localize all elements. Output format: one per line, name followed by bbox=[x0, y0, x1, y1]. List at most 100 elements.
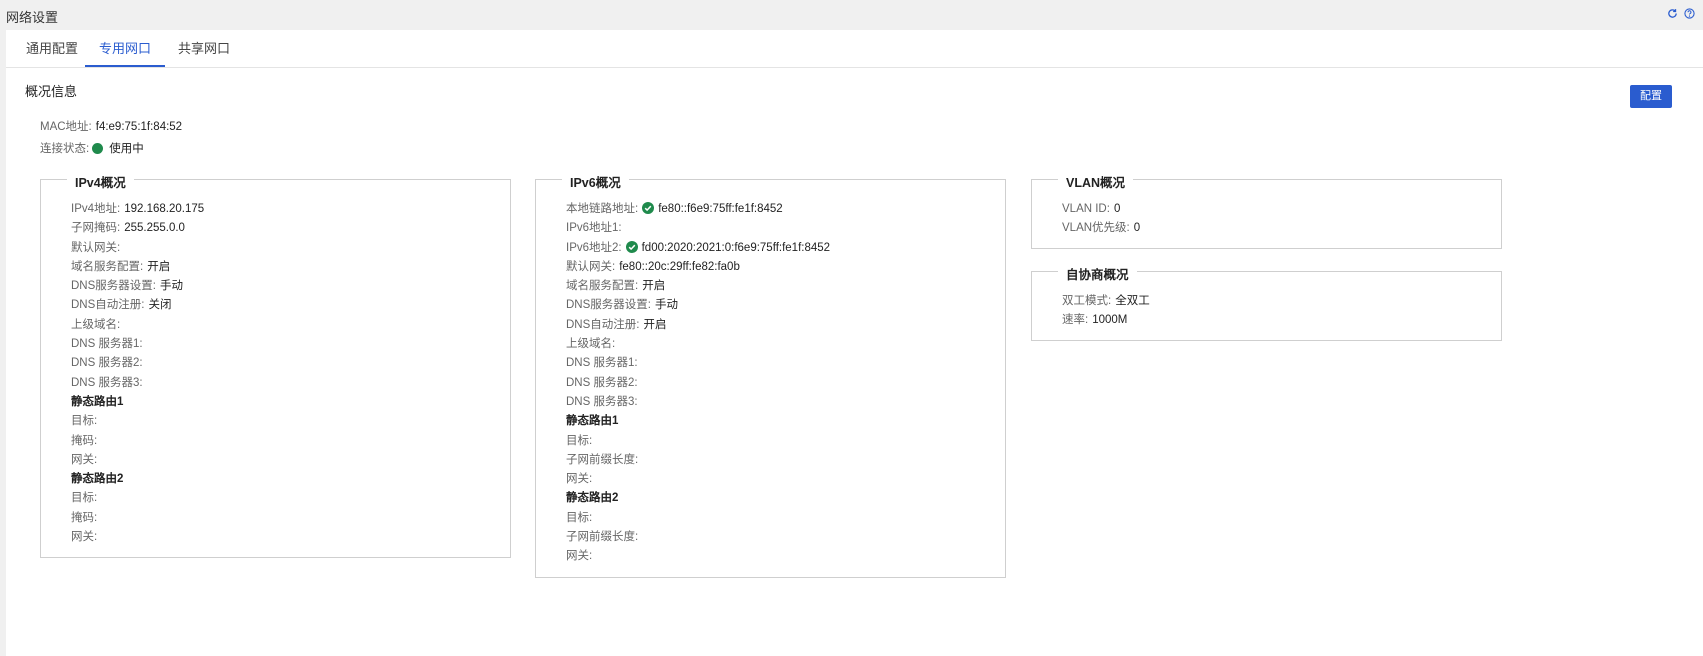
info-row: 子网前缀长度: bbox=[566, 528, 830, 547]
info-label: 网关: bbox=[566, 550, 593, 563]
window-title: 网络设置 bbox=[6, 10, 59, 25]
info-label: 默认网关: bbox=[71, 241, 121, 254]
ipv6-title: IPv6概况 bbox=[562, 172, 629, 191]
info-row: 网关: bbox=[71, 528, 204, 547]
info-row: 本地链路地址: fe80::f6e9:75ff:fe1f:8452 bbox=[566, 200, 830, 219]
info-label: DNS 服务器1: bbox=[566, 357, 638, 370]
info-row: IPv4地址: 192.168.20.175 bbox=[71, 200, 204, 219]
info-row: 掩码: bbox=[71, 432, 204, 451]
section-heading: 静态路由1 bbox=[566, 412, 830, 431]
info-row: 网关: bbox=[566, 547, 830, 566]
info-label: 上级域名: bbox=[566, 338, 616, 351]
vlan-rows: VLAN ID: 0 VLAN优先级: 0 bbox=[1062, 200, 1140, 239]
info-label: 网关: bbox=[566, 473, 593, 486]
info-label: IPv6地址1: bbox=[566, 222, 622, 235]
info-label: IPv6地址2: bbox=[566, 241, 622, 254]
info-row: DNS 服务器3: bbox=[71, 374, 204, 393]
info-label: DNS服务器设置: bbox=[71, 280, 156, 293]
tab-dedicated-port[interactable]: 专用网口 bbox=[85, 30, 166, 67]
info-value: 0 bbox=[1113, 203, 1121, 215]
autoneg-section: 自协商概况 双工模式: 全双工 速率: 1000M bbox=[1031, 264, 1502, 341]
info-row: 子网前缀长度: bbox=[566, 451, 830, 470]
info-label: 目标: bbox=[71, 492, 98, 505]
info-label: DNS自动注册: bbox=[566, 318, 640, 331]
ipv4-title: IPv4概况 bbox=[67, 172, 134, 191]
ipv4-rows: IPv4地址: 192.168.20.175 子网掩码: 255.255.0.0 默认网… bbox=[71, 200, 204, 547]
info-label: 网关: bbox=[71, 453, 98, 466]
info-row: DNS 服务器3: bbox=[566, 393, 830, 412]
ipv6-section: IPv6概况 本地链路地址: fe80::f6e9:75ff:fe1f:8452I… bbox=[535, 172, 1006, 578]
info-label: 子网前缀长度: bbox=[566, 531, 639, 544]
info-label: DNS 服务器2: bbox=[71, 357, 143, 370]
info-row: 域名服务配置: 开启 bbox=[71, 258, 204, 277]
info-label: 域名服务配置: bbox=[566, 280, 639, 293]
vlan-title: VLAN概况 bbox=[1058, 172, 1134, 191]
info-row: 双工模式: 全双工 bbox=[1062, 292, 1150, 311]
info-value: 手动 bbox=[159, 280, 183, 293]
check-circle-icon bbox=[642, 202, 655, 214]
section-heading: 静态路由1 bbox=[71, 393, 204, 412]
info-row: 上级域名: bbox=[71, 316, 204, 335]
tab-general-config[interactable]: 通用配置 bbox=[12, 30, 92, 67]
info-row: 目标: bbox=[566, 432, 830, 451]
info-row: 掩码: bbox=[71, 509, 204, 528]
info-value: 开启 bbox=[643, 318, 667, 331]
info-row: 网关: bbox=[71, 451, 204, 470]
info-label: DNS 服务器1: bbox=[71, 338, 143, 351]
info-row: DNS 服务器2: bbox=[71, 354, 204, 373]
tab-shared-port[interactable]: 共享网口 bbox=[164, 30, 244, 67]
info-row: 目标: bbox=[71, 412, 204, 431]
info-row: 默认网关: fe80::20c:29ff:fe82:fa0b bbox=[566, 258, 830, 277]
ipv6-rows: 本地链路地址: fe80::f6e9:75ff:fe1f:8452IPv6地址1:… bbox=[566, 200, 830, 567]
info-row: 目标: bbox=[566, 509, 830, 528]
section-heading: 静态路由2 bbox=[71, 470, 204, 489]
info-value: 0 bbox=[1133, 222, 1141, 235]
info-value: 192.168.20.175 bbox=[124, 203, 205, 215]
config-button[interactable]: 配置 bbox=[1630, 85, 1672, 108]
connected-status-icon bbox=[92, 143, 104, 154]
info-row: 默认网关: bbox=[71, 239, 204, 258]
mac-row: MAC地址: f4:e9:75:1f:84:52 bbox=[40, 118, 182, 134]
info-value: fe80::f6e9:75ff:fe1f:8452 bbox=[658, 203, 783, 215]
info-label: 双工模式: bbox=[1062, 295, 1112, 307]
section-heading-label: 静态路由2 bbox=[71, 473, 124, 486]
vlan-section: VLAN概况 VLAN ID: 0 VLAN优先级: 0 bbox=[1031, 172, 1502, 249]
section-heading-label: 静态路由1 bbox=[566, 415, 619, 428]
help-icon[interactable] bbox=[1684, 8, 1695, 19]
info-row: DNS 服务器2: bbox=[566, 374, 830, 393]
info-label: 默认网关: bbox=[566, 260, 616, 273]
info-row: IPv6地址1: bbox=[566, 219, 830, 238]
refresh-icon[interactable] bbox=[1667, 8, 1678, 19]
info-row: 目标: bbox=[71, 489, 204, 508]
info-value: 1000M bbox=[1092, 314, 1128, 327]
info-label: 本地链路地址: bbox=[566, 203, 639, 215]
info-label: DNS 服务器2: bbox=[566, 376, 638, 389]
info-row: 速率: 1000M bbox=[1062, 311, 1150, 330]
title-tools bbox=[1667, 8, 1695, 19]
section-heading: 静态路由2 bbox=[566, 489, 830, 508]
info-row: DNS 服务器1: bbox=[71, 335, 204, 354]
info-row: DNS自动注册: 开启 bbox=[566, 316, 830, 335]
info-row: VLAN ID: 0 bbox=[1062, 200, 1140, 219]
overview-title: 概况信息 bbox=[25, 84, 78, 99]
info-label: 目标: bbox=[566, 511, 593, 524]
ipv4-section: IPv4概况 IPv4地址: 192.168.20.175 子网掩码: 255.255… bbox=[40, 172, 511, 558]
info-label: DNS 服务器3: bbox=[566, 395, 638, 408]
info-row: 网关: bbox=[566, 470, 830, 489]
info-row: 子网掩码: 255.255.0.0 bbox=[71, 219, 204, 238]
info-row: DNS服务器设置: 手动 bbox=[566, 296, 830, 315]
title-bar: 网络设置 bbox=[0, 0, 1703, 30]
info-label: 掩码: bbox=[71, 434, 98, 447]
info-label: VLAN优先级: bbox=[1062, 222, 1130, 235]
info-row: 上级域名: bbox=[566, 335, 830, 354]
info-label: DNS自动注册: bbox=[71, 299, 145, 312]
tab-bar: 通用配置 专用网口 共享网口 bbox=[6, 30, 1703, 68]
info-value: 255.255.0.0 bbox=[124, 222, 185, 235]
info-label: 上级域名: bbox=[71, 318, 121, 331]
info-row: 域名服务配置: 开启 bbox=[566, 277, 830, 296]
info-row: IPv6地址2: fd00:2020:2021:0:f6e9:75ff:fe1f:… bbox=[566, 239, 830, 258]
mac-value: f4:e9:75:1f:84:52 bbox=[95, 121, 183, 133]
info-label: 网关: bbox=[71, 531, 98, 544]
info-row: DNS 服务器1: bbox=[566, 354, 830, 373]
autoneg-title: 自协商概况 bbox=[1058, 264, 1137, 283]
